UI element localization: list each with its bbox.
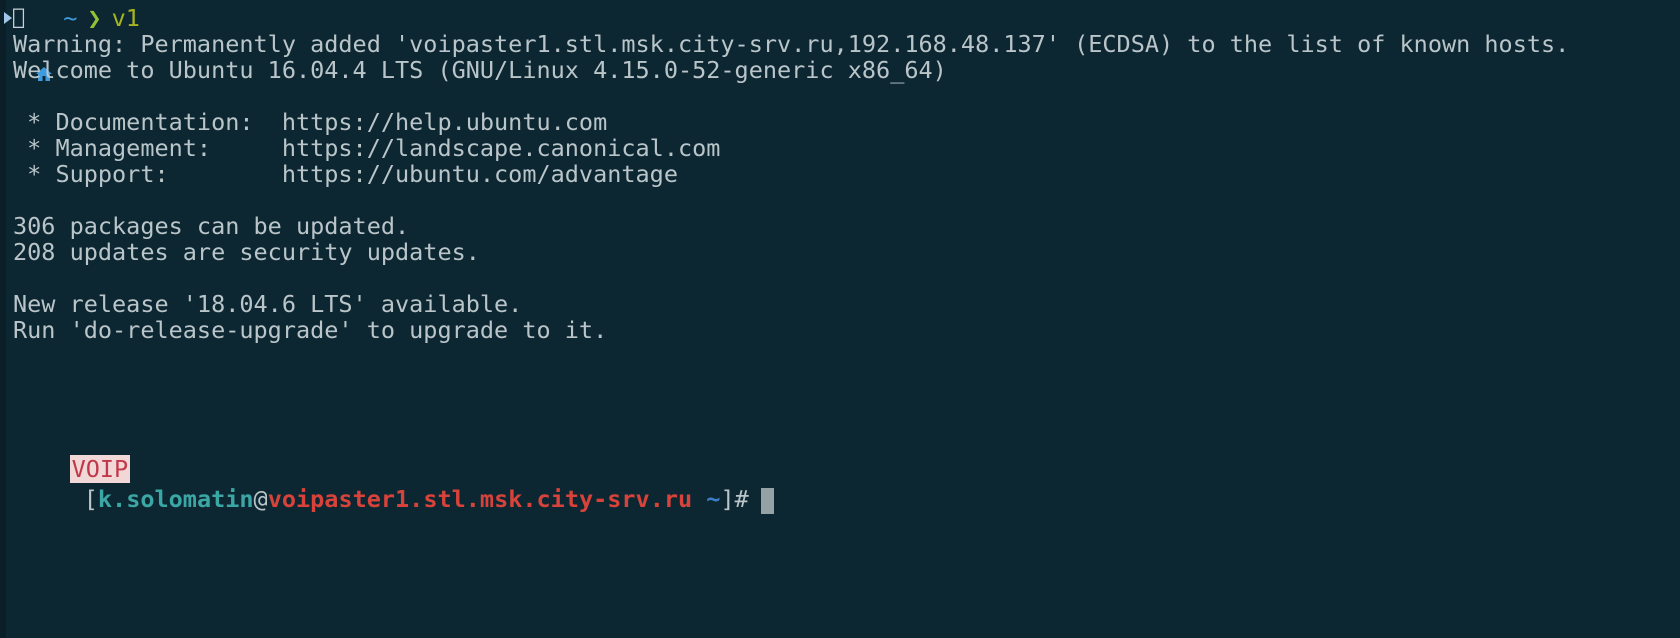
prompt-dir: ~ bbox=[692, 485, 721, 513]
local-dir: ~ bbox=[63, 4, 78, 32]
output-line: * Documentation: https://help.ubuntu.com bbox=[13, 108, 608, 136]
window-edge bbox=[0, 0, 6, 638]
terminal-window[interactable]:  ~ ❯ v1 Warning: Permanently added 'voi… bbox=[0, 0, 1680, 638]
prompt-close: ]# bbox=[720, 485, 749, 513]
output-line: 306 packages can be updated. bbox=[13, 212, 410, 240]
output-line: Welcome to Ubuntu 16.04.4 LTS (GNU/Linux… bbox=[13, 56, 947, 84]
output-line: 208 updates are security updates. bbox=[13, 238, 480, 266]
apple-icon:  bbox=[12, 5, 26, 30]
env-badge: VOIP bbox=[69, 455, 131, 483]
branch-label: v1 bbox=[111, 4, 140, 32]
prompt-bracket: [ bbox=[83, 485, 98, 513]
triangle-icon bbox=[4, 12, 12, 24]
remote-prompt[interactable]: VOIP [k.solomatin@voipaster1.stl.msk.cit… bbox=[13, 424, 774, 514]
home-icon bbox=[35, 9, 53, 81]
output-line: * Management: https://landscape.canonica… bbox=[13, 134, 721, 162]
output-line: Warning: Permanently added 'voipaster1.s… bbox=[13, 30, 1570, 58]
output-line: New release '18.04.6 LTS' available. bbox=[13, 290, 523, 318]
chevron-icon: ❯ bbox=[87, 4, 102, 32]
text-cursor[interactable] bbox=[760, 487, 774, 514]
output-line: * Support: https://ubuntu.com/advantage bbox=[13, 160, 678, 188]
prompt-user: k.solomatin bbox=[97, 485, 254, 513]
prompt-at: @ bbox=[253, 485, 268, 513]
local-prompt:  ~ ❯ v1 bbox=[4, 4, 140, 81]
prompt-host: voipaster1.stl.msk.city-srv.ru bbox=[267, 485, 693, 513]
output-line: Run 'do-release-upgrade' to upgrade to i… bbox=[13, 316, 608, 344]
